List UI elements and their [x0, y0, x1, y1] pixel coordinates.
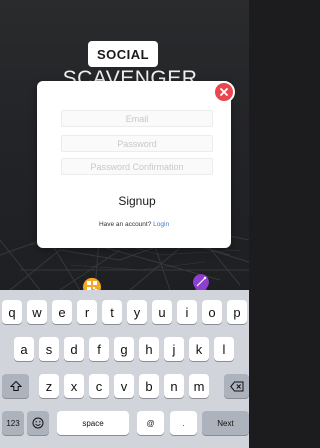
key-j[interactable]: j [164, 337, 184, 361]
key-y[interactable]: y [127, 300, 147, 324]
signup-modal: Signup Have an account? Login [37, 81, 231, 248]
next-key[interactable]: Next [202, 411, 249, 435]
key-u[interactable]: u [152, 300, 172, 324]
email-field[interactable] [61, 110, 213, 127]
period-key[interactable]: . [170, 411, 197, 435]
key-t[interactable]: t [102, 300, 122, 324]
password-confirmation-field[interactable] [61, 158, 213, 175]
key-d[interactable]: d [64, 337, 84, 361]
key-r[interactable]: r [77, 300, 97, 324]
key-k[interactable]: k [189, 337, 209, 361]
key-p[interactable]: p [227, 300, 247, 324]
key-e[interactable]: e [52, 300, 72, 324]
key-m[interactable]: m [189, 374, 209, 398]
signup-button[interactable]: Signup [97, 190, 177, 212]
key-q[interactable]: q [2, 300, 22, 324]
keyboard: q w e r t y u i o p a s d f g h j k l z … [0, 290, 249, 448]
key-v[interactable]: v [114, 374, 134, 398]
space-key[interactable]: space [57, 411, 129, 435]
key-w[interactable]: w [27, 300, 47, 324]
key-a[interactable]: a [14, 337, 34, 361]
key-h[interactable]: h [139, 337, 159, 361]
app-logo: SOCIAL [88, 41, 158, 67]
backspace-key[interactable] [224, 374, 249, 398]
at-key[interactable]: @ [137, 411, 164, 435]
login-link[interactable]: Login [153, 221, 169, 228]
backspace-icon [229, 381, 243, 391]
wand-icon[interactable] [190, 272, 212, 290]
login-prompt: Have an account? Login [37, 221, 231, 228]
logo-text: SOCIAL [96, 46, 150, 62]
key-n[interactable]: n [164, 374, 184, 398]
key-b[interactable]: b [139, 374, 159, 398]
key-g[interactable]: g [114, 337, 134, 361]
shift-key[interactable] [2, 374, 29, 398]
emoji-icon [32, 417, 44, 429]
key-s[interactable]: s [39, 337, 59, 361]
close-button[interactable] [215, 83, 233, 101]
key-x[interactable]: x [64, 374, 84, 398]
close-icon [220, 88, 228, 96]
shift-icon [9, 380, 22, 391]
key-f[interactable]: f [89, 337, 109, 361]
account-prompt-text: Have an account? [98, 221, 152, 228]
key-o[interactable]: o [202, 300, 222, 324]
numbers-key[interactable]: 123 [2, 411, 24, 435]
qr-code-icon[interactable] [79, 275, 105, 290]
key-z[interactable]: z [39, 374, 59, 398]
key-l[interactable]: l [214, 337, 234, 361]
key-c[interactable]: c [89, 374, 109, 398]
emoji-key[interactable] [27, 411, 49, 435]
key-i[interactable]: i [177, 300, 197, 324]
password-field[interactable] [61, 135, 213, 152]
